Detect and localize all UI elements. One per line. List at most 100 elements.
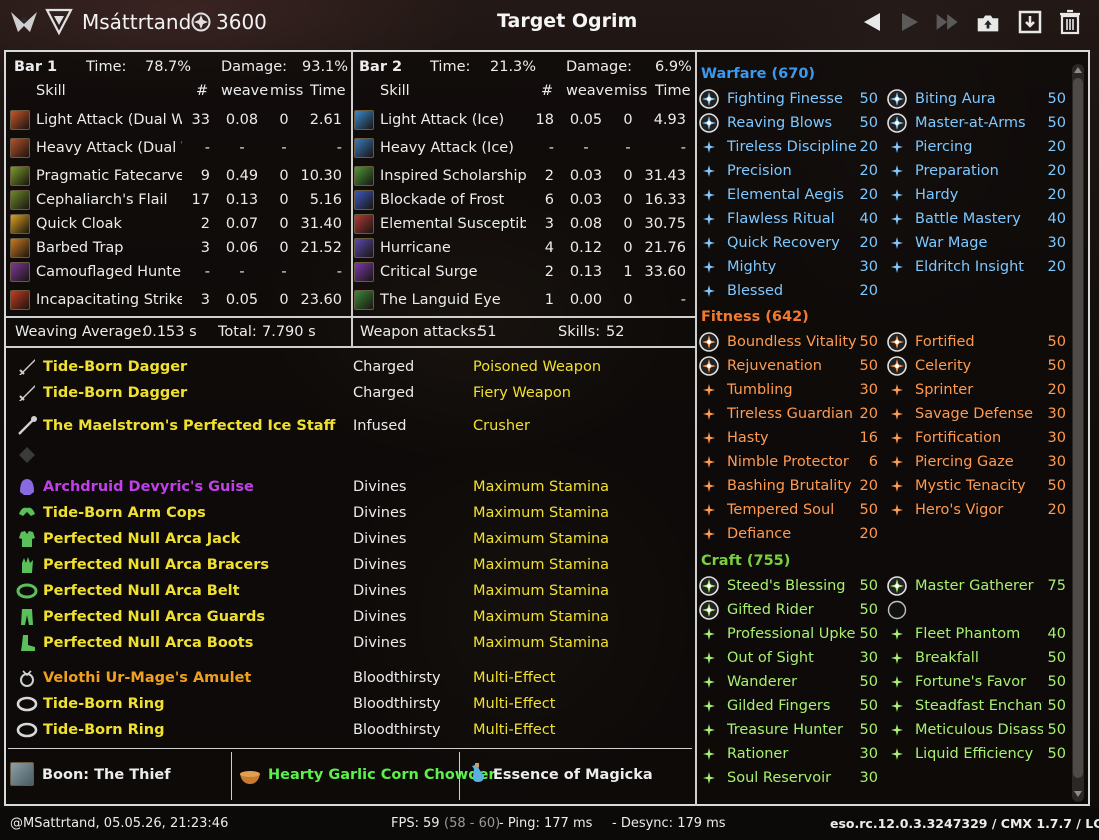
bar1-skill-weave: - [239,264,245,280]
cp-fitness-title: Fitness (642) [701,309,809,325]
cp-warfare-star-points: 40 [859,211,878,227]
gear-item-enchant: Poisoned Weapon [473,359,602,375]
cp-craft-star-points: 30 [859,746,878,762]
bar2-skill-time: 16.33 [644,192,686,208]
star-icon [703,237,715,249]
scroll-down-icon[interactable] [1074,790,1082,798]
cp-craft-star-name: Fortune's Favor [915,674,1027,690]
bar2-skill-icon [354,290,374,310]
cp-warfare-star-points: 50 [1047,91,1066,107]
cp-fitness-star-name: Sprinter [915,382,974,398]
alliance-emblem-icon [45,8,73,36]
star-icon [891,384,903,396]
gear-item-enchant: Multi-Effect [473,670,556,686]
gear-item-name: Archdruid Devyric's Guise [43,479,254,495]
bar2-skill-name: Hurricane [380,240,451,256]
star-icon [891,165,903,177]
previous-fight-button[interactable] [858,8,886,36]
gear-item-trait: Bloodthirsty [353,670,441,686]
gear-item-trait: Divines [353,635,407,651]
helmet-icon [20,479,34,495]
bar2-skill-miss: 0 [623,192,633,208]
gloves-icon [22,557,33,573]
cp-fitness-star-points: 30 [1047,454,1066,470]
slotted-star-icon [699,600,719,620]
upload-button[interactable] [974,8,1002,36]
cp-fitness-star-points: 50 [859,502,878,518]
cp-fitness-star-points: 30 [859,382,878,398]
bar1-skill-name: Pragmatic Fatecarver [36,168,182,184]
cp-fitness-star-name: Celerity [915,358,972,374]
scrollbar-thumb[interactable] [1073,78,1083,778]
cp-craft-star-name: Steadfast Enchant [915,698,1043,714]
gear-item-trait: Divines [353,609,407,625]
cp-craft-title: Craft (755) [701,553,791,569]
cp-craft-star-points: 50 [1047,722,1066,738]
bar1-skill-icon [10,238,30,258]
cp-fitness-star-name: Tumbling [727,382,793,398]
bar2-skill-name: Light Attack (Ice) [380,112,505,128]
bar2-skill-miss: 0 [623,168,633,184]
bar1-skill-miss: 0 [279,216,289,232]
bar1-skill-icon [10,138,30,158]
cp-warfare-star-name: Quick Recovery [727,235,840,251]
gear-item-name: Perfected Null Arca Boots [43,635,254,651]
bar1-skill-icon [10,166,30,186]
star-icon [703,628,715,640]
bar1-skill-count: 33 [191,112,210,128]
cp-fitness-star-name: Mystic Tenacity [915,478,1026,494]
amulet-icon [20,670,34,687]
drink-label: Essence of Magicka [493,767,653,783]
boon-thief-icon [10,762,34,786]
cp-craft-star-name: Rationer [727,746,789,762]
bar1-time-label: Time: [86,59,127,75]
cp-warfare-star-name: Battle Mastery [915,211,1021,227]
star-icon [891,652,903,664]
gear-item-enchant: Maximum Stamina [473,531,610,547]
skills-label: Skills: [558,324,601,340]
cp-warfare-star-points: 20 [859,187,878,203]
gear-item-name: The Maelstrom's Perfected Ice Staff [43,418,336,434]
cp-craft-star-points: 75 [1047,578,1066,594]
scroll-up-icon[interactable] [1074,66,1082,74]
cp-warfare-star-name: Fighting Finesse [727,91,843,107]
bar2-skill-weave: 0.12 [569,240,603,256]
bar1-skill-count: 3 [200,240,210,256]
bar2-skill-weave: - [583,140,589,156]
save-button[interactable] [1016,8,1044,36]
bar2-skill-icon [354,166,374,186]
cp-warfare-star-name: Precision [727,163,792,179]
gear-item-enchant: Crusher [473,418,530,434]
bar2-skill-miss: 0 [623,240,633,256]
bar1-skill-name: Camouflaged Hunter [36,264,182,280]
delete-button[interactable] [1056,8,1084,36]
cp-fitness-star-name: Fortification [915,430,1002,446]
gear-item-name: Perfected Null Arca Belt [43,583,240,599]
cp-fitness-star-name: Defiance [727,526,792,542]
next-fight-button[interactable] [896,8,924,36]
weapon-attacks: 51 [478,324,497,340]
empty-cp-slot-icon[interactable] [887,600,907,620]
cp-craft-star-name: Out of Sight [727,650,814,666]
weaving-average-label: Weaving Average: [15,324,147,340]
bar1-skill-time: 21.52 [300,240,342,256]
star-icon [891,261,903,273]
cp-craft-star-points: 50 [1047,674,1066,690]
fps-range: (58 - 60) [444,816,501,831]
cp-warfare-star-points: 30 [859,259,878,275]
bar2-skill-count: 18 [535,112,554,128]
bar2-skill-name: Blockade of Frost [380,192,505,208]
cp-fitness-star-points: 50 [1047,358,1066,374]
fps-label: FPS: [391,816,419,831]
champion-point-icon [191,12,211,32]
cp-craft-star-points: 50 [1047,746,1066,762]
total-time: 7.790 s [262,324,316,340]
bar2-damage-label: Damage: [566,59,633,75]
bar2-skill-count: 1 [544,292,554,308]
bar1-skill-count: - [204,140,210,156]
bar1-skill-icon [10,262,30,282]
bar1-skill-miss: 0 [279,292,289,308]
star-icon [891,700,903,712]
last-fight-button[interactable] [934,8,962,36]
boots-icon [21,635,35,651]
